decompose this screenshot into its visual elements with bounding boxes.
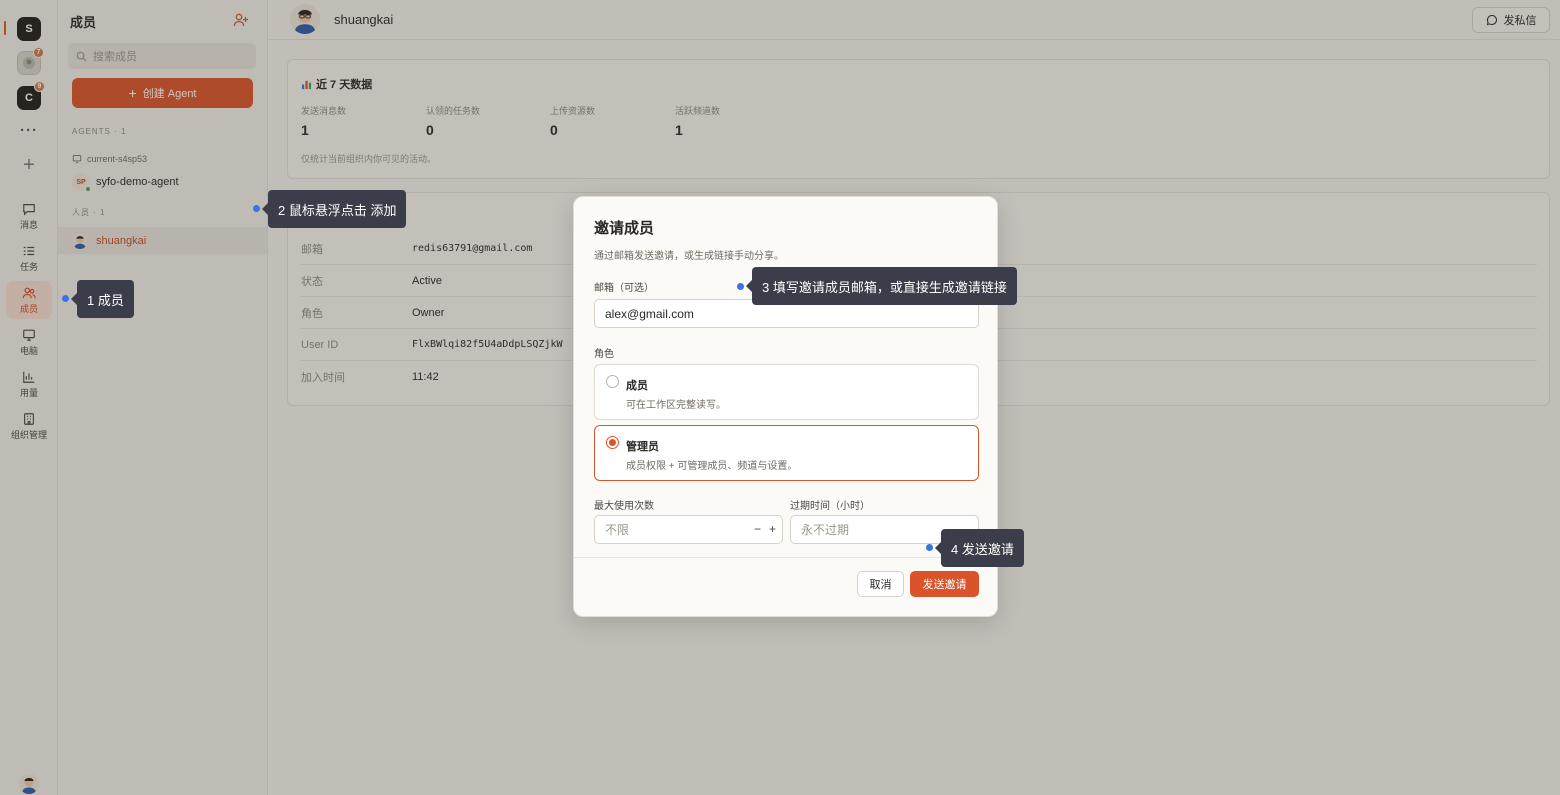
dialog-subtitle: 通过邮箱发送邀请，或生成链接手动分享。 [594,251,784,262]
callout-3-dot [737,283,744,290]
increment-button[interactable]: + [769,522,776,536]
expiry-label: 过期时间（小时） [790,501,870,512]
dialog-divider [574,557,997,558]
role-label: 角色 [594,349,614,360]
decrement-button[interactable]: − [754,522,761,536]
callout-1: 1 成员 [71,280,134,318]
callout-1-dot [62,295,69,302]
stepper-controls: − + [754,522,776,536]
max-uses-stepper[interactable]: 不限 − + [594,515,783,544]
dialog-title: 邀请成员 [594,220,655,237]
callout-2: 2 鼠标悬浮点击 添加 [261,190,407,228]
role-member-radio[interactable] [606,375,619,388]
callout-2-dot [253,205,260,212]
callout-4: 4 发送邀请 [935,529,1024,567]
callout-3: 3 填写邀请成员邮箱，或直接生成邀请链接 [746,267,1017,305]
role-option-member[interactable]: 成员 可在工作区完整读写。 [594,364,979,420]
role-option-admin[interactable]: 管理员 成员权限 + 可管理成员、频道与设置。 [594,425,979,481]
send-invite-button[interactable]: 发送邀请 [910,571,979,597]
max-uses-label: 最大使用次数 [594,501,654,512]
role-admin-radio[interactable] [606,436,619,449]
cancel-button[interactable]: 取消 [857,571,904,597]
callout-4-dot [926,544,933,551]
email-label: 邮箱（可选） [594,283,654,294]
